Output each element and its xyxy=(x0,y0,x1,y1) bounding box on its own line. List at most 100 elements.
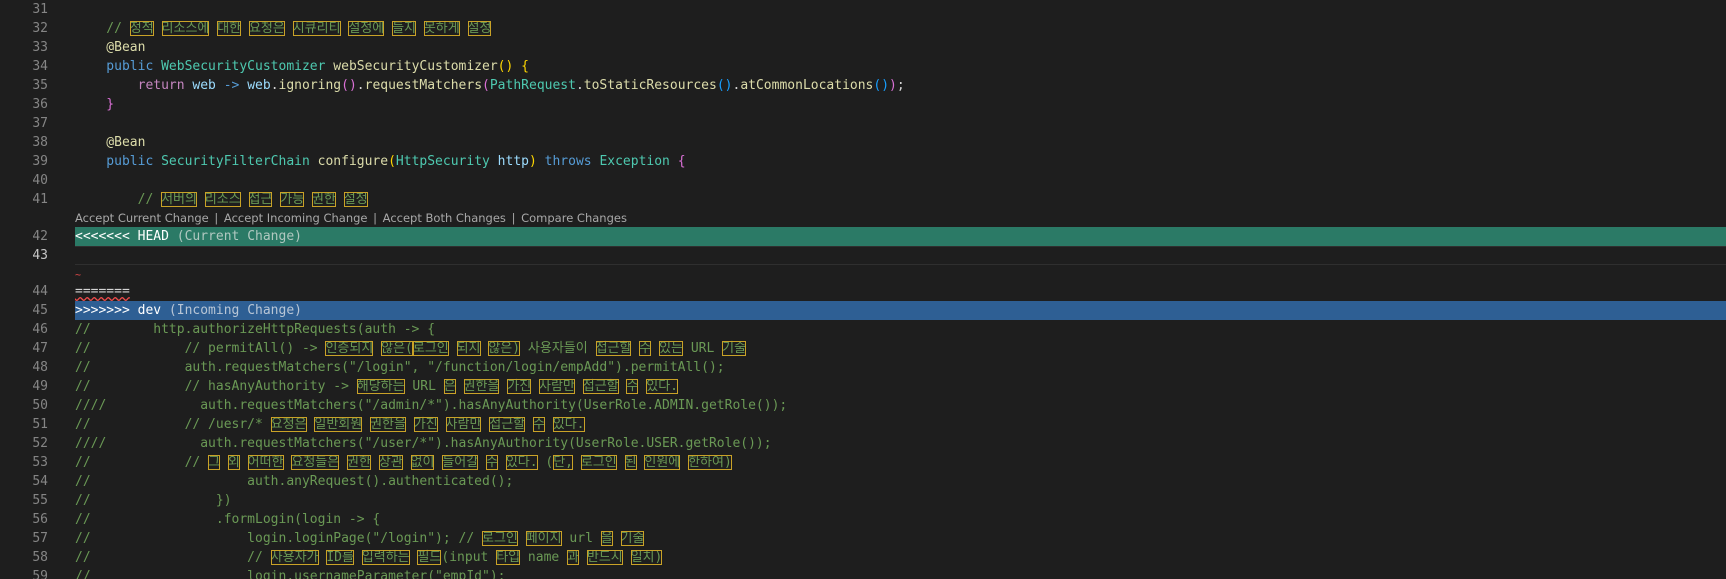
code-line[interactable]: 55 // }) xyxy=(0,491,1726,510)
code-token: // // xyxy=(75,455,209,470)
code-line[interactable]: 36 } xyxy=(0,95,1726,114)
code-token: name xyxy=(520,550,568,565)
code-token: 접근할 xyxy=(582,379,619,394)
code-text: } xyxy=(75,95,1726,114)
code-token: 상관 xyxy=(378,455,403,470)
code-token: 못하게 xyxy=(423,21,460,36)
line-number: 46 xyxy=(32,322,48,337)
compare-changes-link[interactable]: Compare Changes xyxy=(521,211,627,225)
code-line[interactable]: 42 <<<<<<< HEAD (Current Change) xyxy=(0,227,1726,246)
code-token: ) xyxy=(528,154,537,169)
code-line[interactable]: ~ xyxy=(0,265,1726,282)
code-text: // // /uesr/* 요청은 일반회원 권한을 가진 사람만 접근할 수 … xyxy=(75,415,1726,434)
code-token: // // hasAnyAuthority -> xyxy=(75,379,357,394)
code-line[interactable]: 38 @Bean xyxy=(0,133,1726,152)
code-token: 들어갈 xyxy=(442,455,479,470)
code-line[interactable]: 48 // auth.requestMatchers("/login", "/fu… xyxy=(0,358,1726,377)
code-token: ( xyxy=(388,154,396,169)
code-token: 된 xyxy=(624,455,637,470)
code-text: // http.authorizeHttpRequests(auth -> { xyxy=(75,320,1726,339)
line-number: 35 xyxy=(32,78,48,93)
code-token: @Bean xyxy=(75,135,146,150)
code-line[interactable]: 43 xyxy=(0,246,1726,265)
code-line[interactable]: 39 public SecurityFilterChain configure(… xyxy=(0,152,1726,171)
code-token: http xyxy=(497,154,529,169)
code-token: 로그인 xyxy=(412,341,449,356)
code-lines-before-conflict: 31 32 // 정적 리소스에 대한 요청은 시큐리티 설정에 들지 못하게 설… xyxy=(0,0,1726,209)
code-token: 권한 xyxy=(312,192,336,207)
code-text: // auth.anyRequest().authenticated(); xyxy=(75,472,1726,491)
code-token: atCommonLocations xyxy=(740,78,874,93)
code-line[interactable]: 50 //// auth.requestMatchers("/admin/*").… xyxy=(0,396,1726,415)
line-number: 43 xyxy=(32,248,48,263)
code-text: // // permitAll() -> 인증되지 않은(로그인 되지 않은) … xyxy=(75,339,1726,358)
code-token: 들지 xyxy=(392,21,416,36)
code-token: // // permitAll() -> xyxy=(75,341,326,356)
code-text: <<<<<<< HEAD (Current Change) xyxy=(75,227,1726,246)
code-text: @Bean xyxy=(75,133,1726,152)
line-number: 55 xyxy=(32,493,48,508)
code-token: 입력하는 xyxy=(361,550,410,565)
code-line[interactable]: 54 // auth.anyRequest().authenticated(); xyxy=(0,472,1726,491)
code-token: 않은( xyxy=(381,341,413,356)
code-line[interactable]: 41 // 서버의 리소스 접근 가능 권한 설정 xyxy=(0,190,1726,209)
accept-both-changes-link[interactable]: Accept Both Changes xyxy=(383,211,506,225)
accept-current-change-link[interactable]: Accept Current Change xyxy=(75,211,209,225)
code-token: 정적 xyxy=(129,21,154,36)
code-line[interactable]: 46 // http.authorizeHttpRequests(auth -> … xyxy=(0,320,1726,339)
code-line[interactable]: 40 xyxy=(0,171,1726,190)
code-editor[interactable]: 31 32 // 정적 리소스에 대한 요청은 시큐리티 설정에 들지 못하게 설… xyxy=(0,0,1726,579)
code-token: SecurityFilterChain xyxy=(161,154,310,169)
code-token: 대한 xyxy=(217,21,242,36)
code-token: 가진 xyxy=(413,417,438,432)
code-token: PathRequest xyxy=(489,78,576,93)
code-line[interactable]: 52 //// auth.requestMatchers("/user/*").h… xyxy=(0,434,1726,453)
accept-incoming-change-link[interactable]: Accept Incoming Change xyxy=(224,211,368,225)
code-token: -> xyxy=(215,78,248,93)
code-line[interactable]: 53 // // 그 외 어떠한 요청들은 권한 상관 없이 들어갈 수 있다. … xyxy=(0,453,1726,472)
code-token: 과 xyxy=(567,550,580,565)
code-token: web xyxy=(247,78,271,93)
code-token: // login.usernameParameter("empId"); xyxy=(75,569,506,579)
code-token: 단, xyxy=(553,455,574,470)
code-line[interactable]: 58 // // 사용자가 ID를 입력하는 필드(input 타입 name 과… xyxy=(0,548,1726,567)
code-line[interactable]: 32 // 정적 리소스에 대한 요청은 시큐리티 설정에 들지 못하게 설정 xyxy=(0,19,1726,38)
code-line[interactable]: 47 // // permitAll() -> 인증되지 않은(로그인 되지 않은… xyxy=(0,339,1726,358)
code-line[interactable]: 59 // login.usernameParameter("empId"); xyxy=(0,567,1726,579)
code-line[interactable]: 49 // // hasAnyAuthority -> 해당하는 URL 은 권한… xyxy=(0,377,1726,396)
code-token: 한하여) xyxy=(688,455,732,470)
code-token: ( xyxy=(482,78,490,93)
code-line[interactable]: 56 // .formLogin(login -> { xyxy=(0,510,1726,529)
line-number: 37 xyxy=(32,116,48,131)
code-line[interactable]: 51 // // /uesr/* 요청은 일반회원 권한을 가진 사람만 접근할 … xyxy=(0,415,1726,434)
code-line[interactable]: 57 // login.loginPage("/login"); // 로그인 페… xyxy=(0,529,1726,548)
code-token: 접근할 xyxy=(595,341,632,356)
code-line[interactable]: 44 ======= xyxy=(0,282,1726,301)
code-token: 해당하는 xyxy=(356,379,405,394)
code-line[interactable]: 35 return web -> web.ignoring().requestM… xyxy=(0,76,1726,95)
code-token: 사람만 xyxy=(539,379,575,394)
code-token: 서버의 xyxy=(161,192,197,207)
code-token: 그 xyxy=(208,455,221,470)
code-line[interactable]: 45 >>>>>>> dev (Incoming Change) xyxy=(0,301,1726,320)
line-number: 39 xyxy=(32,154,48,169)
code-token: 않은) xyxy=(488,341,521,356)
code-token: 요청은 xyxy=(270,417,307,432)
code-line[interactable]: 33 @Bean xyxy=(0,38,1726,57)
code-token: 타입 xyxy=(496,550,521,565)
code-token: 있다. xyxy=(505,455,538,470)
code-line[interactable]: 31 xyxy=(0,0,1726,19)
code-line[interactable]: 37 xyxy=(0,114,1726,133)
code-line[interactable]: 34 public WebSecurityCustomizer webSecur… xyxy=(0,57,1726,76)
